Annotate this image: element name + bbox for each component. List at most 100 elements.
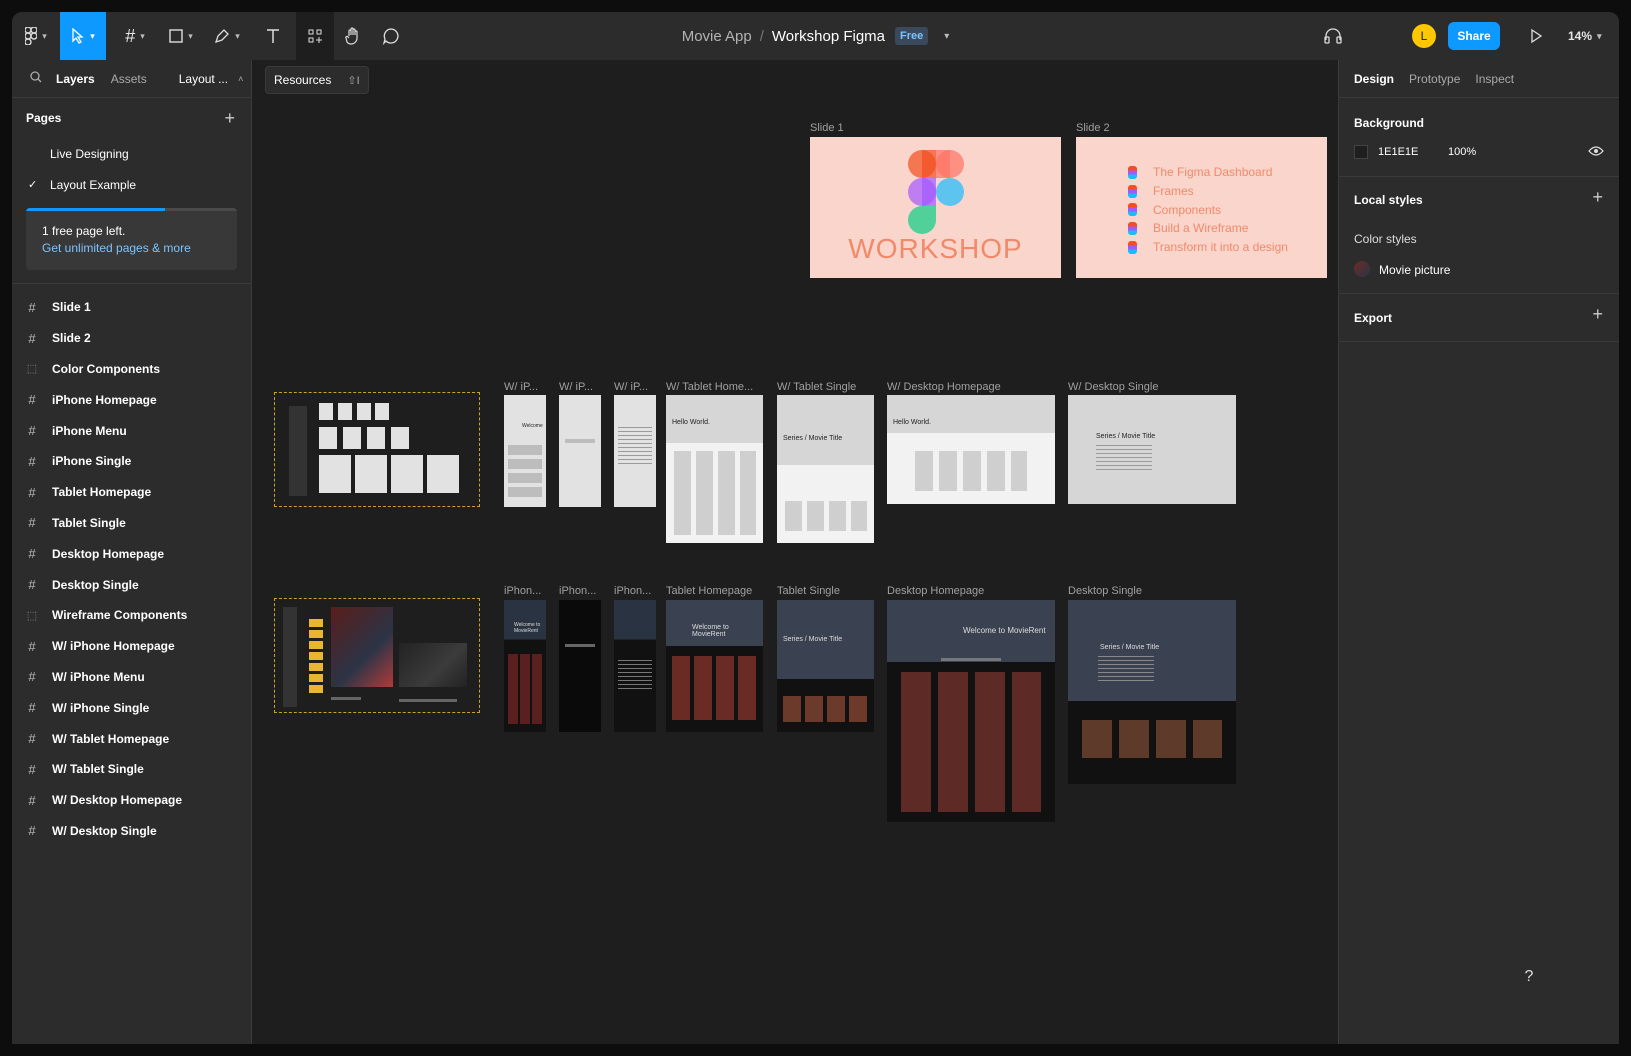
color-components-section[interactable] [274,598,480,713]
iphone-single-frame[interactable] [614,600,656,732]
search-bar [941,658,1001,661]
move-tool-button[interactable]: ▾ [60,12,106,60]
wireframe-components-section[interactable] [274,392,480,507]
help-button[interactable]: ? [1512,960,1546,994]
frame-label[interactable]: iPhon... [504,585,541,597]
layer-item[interactable]: # W/ Tablet Single [12,754,251,785]
layers-list: # Slide 1 # Slide 2 ⬚ Color Components # iPhone… [12,283,251,846]
frame-icon: # [28,330,36,346]
layer-item[interactable]: # Desktop Single [12,569,251,600]
eye-icon[interactable] [1588,144,1604,162]
layer-item[interactable]: # W/ Desktop Homepage [12,785,251,816]
tab-layers[interactable]: Layers [56,72,95,86]
frame-label[interactable]: Desktop Homepage [887,585,984,597]
shape-tool-button[interactable]: ▾ [158,12,204,60]
tab-prototype[interactable]: Prototype [1409,72,1460,86]
list-item: Components [1128,201,1288,220]
background-opacity-input[interactable]: 100% [1448,146,1476,158]
chevron-down-icon[interactable]: ▾ [944,31,949,42]
layer-item[interactable]: # W/ iPhone Homepage [12,631,251,662]
tablet-single-frame[interactable]: Series / Movie Title [777,600,874,732]
frame-label[interactable]: Tablet Single [777,585,840,597]
layer-item[interactable]: # W/ iPhone Menu [12,662,251,693]
frame-label[interactable]: Desktop Single [1068,585,1142,597]
layer-item[interactable]: # Tablet Single [12,508,251,539]
tablet-homepage-frame[interactable]: Welcome to MovieRent [666,600,763,732]
canvas[interactable]: Resources ⇧I Slide 1 WORKSHOP Slide 2 Th… [252,60,1338,1044]
text-tool-button[interactable] [250,12,296,60]
upgrade-link[interactable]: Get unlimited pages & more [42,241,191,255]
layer-item[interactable]: # W/ Desktop Single [12,816,251,847]
layer-item[interactable]: # Slide 1 [12,292,251,323]
share-button[interactable]: Share [1448,22,1500,50]
desktop-single-frame[interactable]: Series / Movie Title [1068,600,1236,784]
add-export-icon[interactable]: + [1592,304,1603,325]
search-icon[interactable] [30,71,44,86]
frame-label[interactable]: W/ iP... [504,381,538,393]
layer-item[interactable]: # Slide 2 [12,323,251,354]
wf-iphone-menu-frame[interactable] [559,395,601,507]
layer-item[interactable]: # Desktop Homepage [12,538,251,569]
slide-2-frame[interactable]: The Figma Dashboard Frames Components Bu… [1076,137,1327,278]
wf-desktop-single-frame[interactable]: Series / Movie Title [1068,395,1236,504]
layer-item[interactable]: # W/ Tablet Homepage [12,723,251,754]
wf-desktop-homepage-frame[interactable]: Hello World. [887,395,1055,504]
actions-button[interactable] [296,12,334,60]
desktop-homepage-frame[interactable]: Welcome to MovieRent [887,600,1055,822]
file-name[interactable]: Workshop Figma [772,28,885,45]
wf-tablet-single-frame[interactable]: Series / Movie Title [777,395,874,543]
layer-item[interactable]: # iPhone Single [12,446,251,477]
pen-tool-button[interactable]: ▾ [204,12,250,60]
frame-label[interactable]: W/ Desktop Single [1068,381,1158,393]
frame-label[interactable]: W/ Desktop Homepage [887,381,1001,393]
layer-item[interactable]: # iPhone Menu [12,415,251,446]
layer-item[interactable]: # Tablet Homepage [12,477,251,508]
iphone-homepage-frame[interactable]: Welcome to MovieRent [504,600,546,732]
comment-tool-button[interactable] [372,12,410,60]
tab-inspect[interactable]: Inspect [1475,72,1514,86]
frame-label[interactable]: Tablet Homepage [666,585,752,597]
menu-bar [565,439,595,443]
project-name[interactable]: Movie App [682,28,752,45]
zoom-level: 14% [1568,29,1593,43]
layer-item[interactable]: # iPhone Homepage [12,384,251,415]
background-hex-input[interactable]: 1E1E1E [1378,146,1418,158]
frame-label[interactable]: iPhon... [559,585,596,597]
style-name[interactable]: Movie picture [1379,263,1450,277]
tab-design[interactable]: Design [1354,72,1394,86]
main-menu-button[interactable]: ▾ [12,12,60,60]
slide-1-frame[interactable]: WORKSHOP [810,137,1061,278]
wf-tablet-homepage-frame[interactable]: Hello World. [666,395,763,543]
page-item-layout-example[interactable]: ✓ Layout Example [12,169,251,200]
layer-item[interactable]: ⬚ Wireframe Components [12,600,251,631]
tab-assets[interactable]: Assets [111,72,147,86]
frame-label-slide-1[interactable]: Slide 1 [810,122,844,134]
chevron-down-icon: ▾ [235,30,240,41]
frame-label[interactable]: W/ Tablet Home... [666,381,753,393]
add-style-icon[interactable]: + [1592,187,1603,208]
add-page-icon[interactable]: + [224,108,235,129]
chevron-up-icon[interactable]: ˄ [238,74,243,84]
avatar[interactable]: L [1412,24,1436,48]
frame-label[interactable]: W/ iP... [559,381,593,393]
frame-label[interactable]: W/ iP... [614,381,648,393]
wf-iphone-single-frame[interactable] [614,395,656,507]
frame-tool-button[interactable]: # ▾ [112,12,158,60]
page-dropdown[interactable]: Layout ... [179,72,228,86]
present-button[interactable] [1522,12,1550,60]
wf-iphone-homepage-frame[interactable]: Welcome [504,395,546,507]
list-item: Build a Wireframe [1128,219,1288,238]
iphone-menu-frame[interactable] [559,600,601,732]
frame-label[interactable]: iPhon... [614,585,651,597]
zoom-menu[interactable]: 14% ▾ [1568,12,1602,60]
frame-label[interactable]: W/ Tablet Single [777,381,856,393]
background-swatch[interactable] [1354,145,1368,159]
layer-item[interactable]: # W/ iPhone Single [12,692,251,723]
plan-badge[interactable]: Free [895,27,929,45]
hand-tool-button[interactable] [334,12,372,60]
audio-button[interactable] [1319,12,1347,60]
card-grid [915,451,1027,491]
frame-label-slide-2[interactable]: Slide 2 [1076,122,1110,134]
page-item-live-designing[interactable]: Live Designing [12,138,251,169]
layer-item[interactable]: ⬚ Color Components [12,354,251,385]
